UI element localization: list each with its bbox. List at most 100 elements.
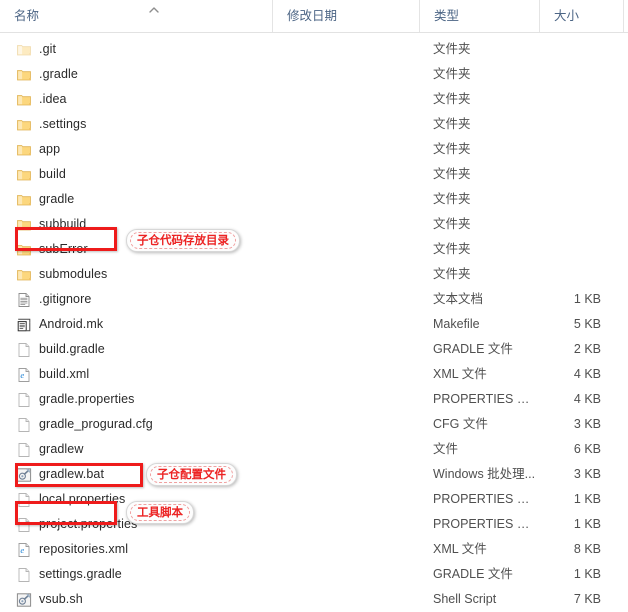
file-name-label: .settings (39, 117, 87, 131)
file-name-cell[interactable]: gradle_progurad.cfg (0, 412, 272, 437)
file-row[interactable]: e build.xml XML 文件 4 KB (0, 362, 628, 387)
file-name-cell[interactable]: submodules (0, 262, 272, 287)
file-row[interactable]: vsub.sh Shell Script 7 KB (0, 587, 628, 612)
file-name-label: local.properties (39, 492, 126, 506)
file-size-cell: 7 KB (573, 592, 601, 606)
script-icon (16, 592, 32, 608)
file-size-cell: 3 KB (573, 467, 601, 481)
file-row[interactable]: gradlew 文件 6 KB (0, 437, 628, 462)
folder-icon (16, 217, 32, 233)
column-header-size-label: 大小 (554, 9, 580, 23)
column-header-name[interactable]: 名称 (0, 0, 272, 32)
file-name-label: .git (39, 42, 57, 56)
folder-icon (16, 67, 32, 83)
file-name-label: build.xml (39, 367, 90, 381)
file-row[interactable]: subError 文件夹 (0, 237, 628, 262)
file-name-cell[interactable]: .settings (0, 112, 272, 137)
file-name-label: app (39, 142, 61, 156)
blank-file-icon (16, 567, 32, 583)
file-name-cell[interactable]: .gitignore (0, 287, 272, 312)
file-row[interactable]: gradle 文件夹 (0, 187, 628, 212)
file-row[interactable]: .idea 文件夹 (0, 87, 628, 112)
svg-text:e: e (20, 370, 24, 380)
file-name-label: build.gradle (39, 342, 105, 356)
file-type-cell: 文件夹 (433, 217, 471, 231)
file-name-cell[interactable]: vsub.sh (0, 587, 272, 612)
file-row[interactable]: .git 文件夹 (0, 37, 628, 62)
file-type-cell: 文件夹 (433, 242, 471, 256)
file-name-cell[interactable]: gradle.properties (0, 387, 272, 412)
file-row[interactable]: settings.gradle GRADLE 文件 1 KB (0, 562, 628, 587)
file-size-cell: 4 KB (573, 367, 601, 381)
file-row[interactable]: app 文件夹 (0, 137, 628, 162)
file-row[interactable]: .gradle 文件夹 (0, 62, 628, 87)
file-size-cell: 8 KB (573, 542, 601, 556)
file-name-cell[interactable]: .idea (0, 87, 272, 112)
svg-text:e: e (20, 545, 24, 555)
blank-file-icon (16, 342, 32, 358)
annotation-sticker: 子仓配置文件 (146, 463, 237, 486)
file-row[interactable]: e repositories.xml XML 文件 8 KB (0, 537, 628, 562)
file-type-cell: 文件夹 (433, 267, 471, 281)
xml-file-icon: e (16, 542, 32, 558)
folder-icon (16, 242, 32, 258)
file-name-cell[interactable]: e build.xml (0, 362, 272, 387)
file-row[interactable]: gradlew.bat Windows 批处理... 3 KB (0, 462, 628, 487)
file-list: .git 文件夹 .gradle 文件夹 .idea 文件夹 .settings 文件夹 app… (0, 33, 628, 612)
sort-ascending-icon (148, 6, 160, 16)
folder-icon (16, 92, 32, 108)
file-row[interactable]: Android.mk Makefile 5 KB (0, 312, 628, 337)
column-header-right-divider (623, 0, 624, 32)
file-name-label: settings.gradle (39, 567, 122, 581)
annotation-text: 工具脚本 (130, 504, 190, 521)
file-size-cell: 1 KB (573, 292, 601, 306)
file-row[interactable]: .gitignore 文本文档 1 KB (0, 287, 628, 312)
file-type-cell: 文件夹 (433, 42, 471, 56)
script-icon (16, 467, 32, 483)
blank-file-icon (16, 442, 32, 458)
file-row[interactable]: .settings 文件夹 (0, 112, 628, 137)
column-header-type[interactable]: 类型 (419, 0, 539, 32)
file-explorer-list-view: 名称 修改日期 类型 大小 .git 文件夹 .gradle 文件夹 .idea 文件夹.… (0, 0, 628, 607)
file-name-cell[interactable]: e repositories.xml (0, 537, 272, 562)
file-row[interactable]: gradle_progurad.cfg CFG 文件 3 KB (0, 412, 628, 437)
file-type-cell: 文件夹 (433, 142, 471, 156)
file-row[interactable]: project.properties PROPERTIES 文件 1 KB (0, 512, 628, 537)
blank-file-icon (16, 517, 32, 533)
file-name-label: gradle (39, 192, 75, 206)
column-header-date-modified[interactable]: 修改日期 (272, 0, 419, 32)
file-name-cell[interactable]: gradle (0, 187, 272, 212)
column-header-name-label: 名称 (14, 9, 40, 23)
folder-dim-icon (16, 42, 32, 58)
file-size-cell: 1 KB (573, 492, 601, 506)
file-name-cell[interactable]: build (0, 162, 272, 187)
file-name-label: .gitignore (39, 292, 92, 306)
file-name-cell[interactable]: .git (0, 37, 272, 62)
column-header-size[interactable]: 大小 (539, 0, 624, 32)
file-name-cell[interactable]: Android.mk (0, 312, 272, 337)
file-name-label: build (39, 167, 66, 181)
file-name-cell[interactable]: app (0, 137, 272, 162)
file-row[interactable]: local.properties PROPERTIES 文件 1 KB (0, 487, 628, 512)
blank-file-icon (16, 492, 32, 508)
file-row[interactable]: gradle.properties PROPERTIES 文件 4 KB (0, 387, 628, 412)
file-name-cell[interactable]: .gradle (0, 62, 272, 87)
file-name-label: project.properties (39, 517, 138, 531)
file-name-cell[interactable]: gradlew (0, 437, 272, 462)
file-size-cell: 3 KB (573, 417, 601, 431)
file-name-label: repositories.xml (39, 542, 129, 556)
annotation-sticker: 子仓代码存放目录 (126, 229, 240, 252)
file-type-cell: 文件夹 (433, 192, 471, 206)
file-row[interactable]: subbuild 文件夹 (0, 212, 628, 237)
file-size-cell: 6 KB (573, 442, 601, 456)
folder-icon (16, 142, 32, 158)
file-type-cell: 文件夹 (433, 67, 471, 81)
file-name-cell[interactable]: settings.gradle (0, 562, 272, 587)
file-row[interactable]: build 文件夹 (0, 162, 628, 187)
file-name-label: Android.mk (39, 317, 104, 331)
file-name-cell[interactable]: build.gradle (0, 337, 272, 362)
file-row[interactable]: build.gradle GRADLE 文件 2 KB (0, 337, 628, 362)
annotation-sticker: 工具脚本 (126, 501, 194, 524)
file-row[interactable]: submodules 文件夹 (0, 262, 628, 287)
file-name-label: subbuild (39, 217, 87, 231)
